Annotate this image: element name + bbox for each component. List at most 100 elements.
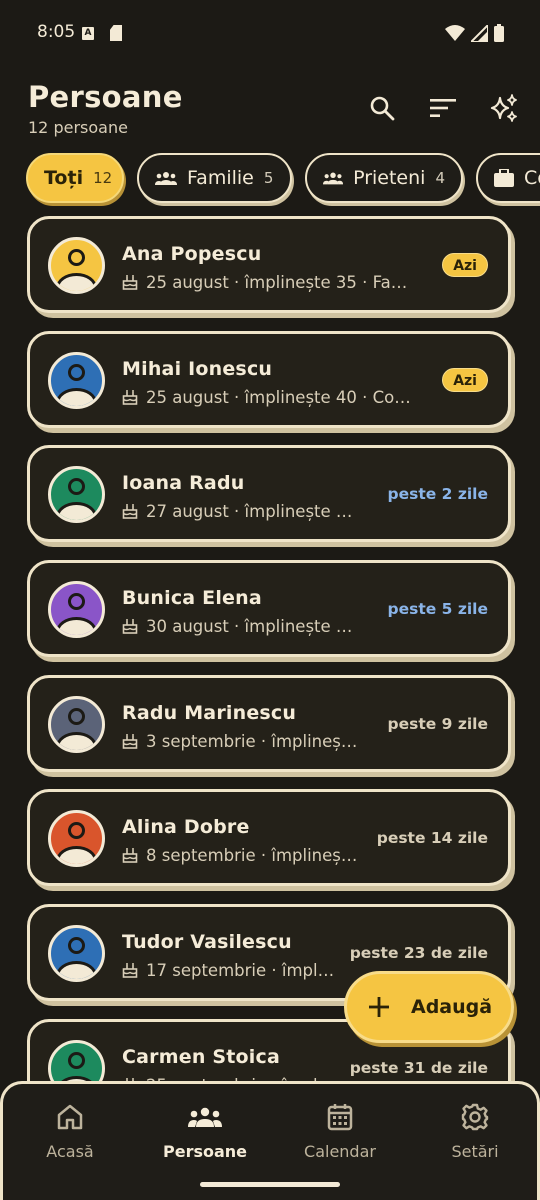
person-card[interactable]: Ana Popescu 25 august · împlinește 35 · F… [27,216,511,313]
nav-label: Setări [451,1142,499,1161]
cake-icon [122,390,138,405]
birthday-detail-text: 27 august · împlinește 32 · Prieteni [146,501,362,521]
status-time: 8:05 [37,22,76,42]
birthday-detail: 25 august · împlinește 40 · Colegi [122,386,412,408]
signal-icon [471,24,488,42]
sort-button[interactable] [423,88,463,128]
sort-icon [430,99,456,117]
chip-label: Co [524,167,540,189]
avatar-head [68,937,85,954]
cake-icon [122,619,138,634]
today-badge: Azi [442,253,488,277]
briefcase-icon [494,169,514,187]
days-until-label: peste 9 zile [387,715,489,733]
person-name: Ana Popescu [122,243,262,265]
birthday-detail-text: 25 august · împlinește 40 · Colegi [146,387,412,407]
group-icon [323,172,344,185]
battery-icon [494,24,504,42]
birthday-detail: 17 septembrie · împlinește 33 [122,959,337,981]
status-bar: 8:05 A [0,0,540,64]
birthday-detail: 30 august · împlinește 78 · Familie [122,615,362,637]
days-until-label: peste 31 de zile [349,1059,488,1077]
birthday-detail: 3 septembrie · împlinește 45 [122,730,362,752]
person-card[interactable]: Ioana Radu 27 august · împlinește 32 · Pr… [27,445,511,542]
avatar [48,925,105,982]
chip-colegi[interactable]: Co [476,153,540,203]
chip-familie[interactable]: Familie 5 [137,153,292,203]
person-card[interactable]: Radu Marinescu 3 septembrie · împlinește … [27,675,511,772]
nav-setari[interactable]: Setări [415,1102,535,1161]
birthday-detail-text: 30 august · împlinește 78 · Familie [146,616,362,636]
person-name: Ioana Radu [122,472,245,494]
birthday-detail-text: 3 septembrie · împlinește 45 [146,731,362,751]
cake-icon [122,275,138,290]
nav-label: Acasă [46,1142,94,1161]
avatar-body [56,846,97,864]
days-until-label: peste 5 zile [387,600,489,618]
chip-prieteni[interactable]: Prieteni 4 [305,153,463,203]
chip-toti[interactable]: Toți 12 [26,153,124,203]
person-card[interactable]: Mihai Ionescu 25 august · împlinește 40 ·… [27,331,511,428]
avatar-head [68,708,85,725]
add-button-label: Adaugă [411,996,493,1018]
avatar-body [56,961,97,979]
avatar [48,810,105,867]
avatar-head [68,1052,85,1069]
keyboard-a-icon: A [82,27,94,40]
nav-persoane[interactable]: Persoane [145,1102,265,1161]
avatar [48,237,105,294]
birthday-detail: 27 august · împlinește 32 · Prieteni [122,500,362,522]
birthday-detail: 25 august · împlinește 35 · Familie [122,271,412,293]
calendar-icon [327,1104,353,1131]
sd-card-icon [110,25,122,41]
chip-count: 12 [93,169,113,187]
group-icon [155,172,177,185]
avatar [48,466,105,523]
status-icons [445,24,504,42]
avatar [48,696,105,753]
chip-count: 5 [263,169,274,187]
chip-label: Prieteni [353,167,426,189]
search-button[interactable] [362,88,402,128]
nav-label: Persoane [162,1142,248,1161]
nav-acasa[interactable]: Acasă [10,1102,130,1161]
nav-calendar[interactable]: Calendar [280,1102,400,1161]
cake-icon [122,504,138,519]
avatar [48,581,105,638]
gesture-handle[interactable] [200,1182,340,1187]
cake-icon [122,734,138,749]
add-person-button[interactable]: Adaugă [344,971,514,1043]
sparkle-icon [490,94,517,122]
days-until-label: peste 23 de zile [349,944,488,962]
today-badge: Azi [442,368,488,392]
person-card[interactable]: Alina Dobre 8 septembrie · împlinește 29 p… [27,789,511,886]
avatar-head [68,478,85,495]
page-title: Persoane [28,80,183,114]
wifi-icon [445,25,465,41]
nav-label: Calendar [304,1142,376,1161]
avatar-body [56,273,97,291]
person-name: Tudor Vasilescu [122,931,292,953]
home-icon [57,1104,83,1130]
person-name: Alina Dobre [122,816,250,838]
avatar-body [56,502,97,520]
person-name: Carmen Stoica [122,1046,280,1068]
people-icon [188,1107,222,1127]
avatar-body [56,617,97,635]
avatar-head [68,249,85,266]
birthday-detail-text: 25 august · împlinește 35 · Familie [146,272,412,292]
birthday-detail-text: 17 septembrie · împlinește 33 [146,960,337,980]
chip-label: Toți [44,167,84,189]
avatar-head [68,593,85,610]
avatar-body [56,388,97,406]
avatar-head [68,822,85,839]
person-name: Mihai Ionescu [122,358,273,380]
person-name: Radu Marinescu [122,702,297,724]
person-name: Bunica Elena [122,587,262,609]
chip-label: Familie [187,167,254,189]
person-card[interactable]: Bunica Elena 30 august · împlinește 78 · … [27,560,511,657]
ai-suggestions-button[interactable] [484,88,524,128]
birthday-detail: 8 septembrie · împlinește 29 [122,844,362,866]
chip-count: 4 [435,169,445,187]
cake-icon [122,848,138,863]
